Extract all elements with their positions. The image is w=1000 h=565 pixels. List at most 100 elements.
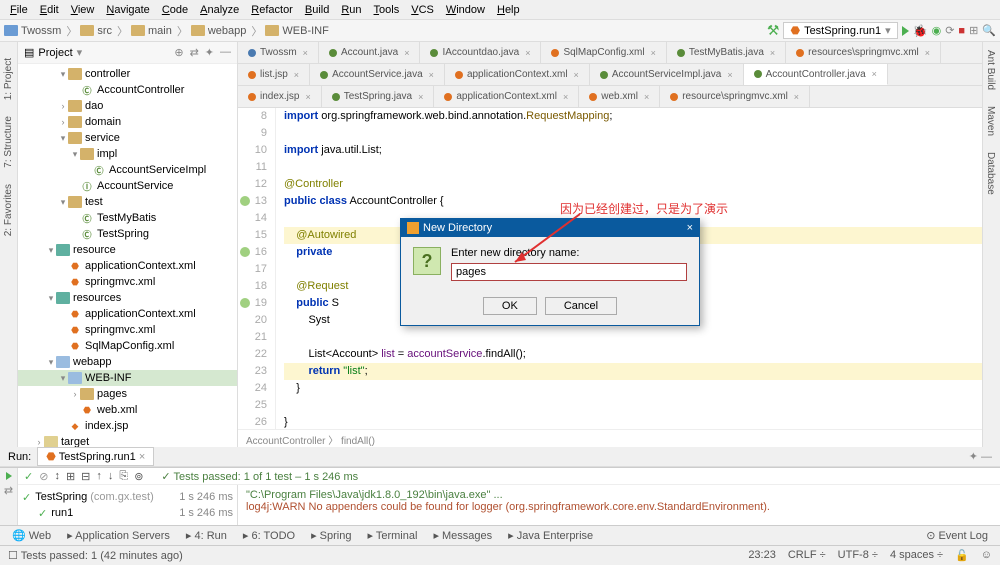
caret-position[interactable]: 23:23 — [748, 549, 776, 562]
breadcrumb-item[interactable]: src — [80, 25, 112, 37]
tool-tab-messages[interactable]: ▸ Messages — [425, 527, 500, 544]
tool-tab-applicationservers[interactable]: ▸ Application Servers — [59, 527, 178, 544]
menu-window[interactable]: Window — [440, 2, 491, 18]
build-icon[interactable]: ⚒ — [767, 22, 780, 39]
tree-item[interactable]: ⒸAccountServiceImpl — [18, 162, 237, 178]
run-tab[interactable]: ⬣ TestSpring.run1 × — [37, 447, 154, 466]
sort-icon[interactable]: ↕ — [54, 470, 60, 482]
sidebar-tab-maven[interactable]: Maven — [983, 98, 998, 144]
tree-item[interactable]: ⬣applicationContext.xml — [18, 306, 237, 322]
tool-tab-spring[interactable]: ▸ Spring — [303, 527, 359, 544]
menu-code[interactable]: Code — [156, 2, 194, 18]
rerun-icon[interactable] — [6, 472, 12, 480]
breadcrumb-item[interactable]: webapp — [191, 25, 247, 37]
tree-item[interactable]: ▾resource — [18, 242, 237, 258]
tree-item[interactable]: ▾WEB-INF — [18, 370, 237, 386]
sidebar-tab-antbuild[interactable]: Ant Build — [983, 42, 998, 98]
menu-navigate[interactable]: Navigate — [100, 2, 155, 18]
debug-icon[interactable]: 🐞 — [913, 24, 928, 38]
run-gear-icon[interactable]: ✦ — — [969, 450, 992, 463]
tree-item[interactable]: ▾impl — [18, 146, 237, 162]
tool-tab-6todo[interactable]: ▸ 6: TODO — [235, 527, 303, 544]
tree-item[interactable]: ⬣web.xml — [18, 402, 237, 418]
close-icon[interactable]: × — [687, 222, 693, 234]
stop-icon[interactable]: ■ — [958, 25, 965, 37]
menu-build[interactable]: Build — [299, 2, 335, 18]
tree-item[interactable]: ▾resources — [18, 290, 237, 306]
sidebar-tab-structure[interactable]: 7: Structure — [2, 108, 15, 176]
editor-tab[interactable]: AccountService.java× — [310, 64, 445, 85]
editor-tab[interactable]: SqlMapConfig.xml× — [541, 42, 666, 63]
editor-tab[interactable]: resources\springmvc.xml× — [786, 42, 941, 63]
menu-tools[interactable]: Tools — [368, 2, 406, 18]
expand-icon[interactable]: ⇄ — [190, 46, 199, 59]
tree-item[interactable]: ›target — [18, 434, 237, 447]
event-log-tab[interactable]: ⊙ Event Log — [918, 527, 996, 544]
editor-tab[interactable]: IAccountdao.java× — [420, 42, 541, 63]
tree-item[interactable]: ▾service — [18, 130, 237, 146]
inspection-icon[interactable]: ☺ — [981, 549, 992, 562]
run-config-selector[interactable]: ⬣ TestSpring.run1 ▾ — [783, 22, 897, 39]
tree-item[interactable]: ⬣applicationContext.xml — [18, 258, 237, 274]
editor-tab[interactable]: TestMyBatis.java× — [667, 42, 786, 63]
tree-item[interactable]: ⬣SqlMapConfig.xml — [18, 338, 237, 354]
pass-icon[interactable]: ✓ — [24, 470, 33, 483]
project-tree[interactable]: ▾controllerⒸAccountController›dao›domain… — [18, 64, 237, 447]
tool-tab-4run[interactable]: ▸ 4: Run — [178, 527, 235, 544]
tree-item[interactable]: ⬣springmvc.xml — [18, 274, 237, 290]
editor-tab[interactable]: AccountServiceImpl.java× — [590, 64, 744, 85]
editor-breadcrumb[interactable]: AccountController 〉 findAll() — [238, 429, 1000, 447]
tree-item[interactable]: ›domain — [18, 114, 237, 130]
search-icon[interactable]: 🔍 — [982, 24, 996, 37]
tool-tab-web[interactable]: 🌐 Web — [4, 527, 59, 544]
fail-icon[interactable]: ⊘ — [39, 470, 48, 483]
hide-icon[interactable]: — — [220, 46, 231, 59]
editor-tab[interactable]: resource\springmvc.xml× — [660, 86, 810, 107]
breadcrumb-item[interactable]: main — [131, 25, 172, 37]
tree-item[interactable]: ⒾAccountService — [18, 178, 237, 194]
prev-icon[interactable]: ↑ — [96, 470, 102, 482]
ok-button[interactable]: OK — [483, 297, 537, 315]
editor-tab[interactable]: applicationContext.xml× — [445, 64, 590, 85]
coverage-icon[interactable]: ◉ — [932, 24, 942, 37]
editor-tab[interactable]: index.jsp× — [238, 86, 322, 107]
menu-refactor[interactable]: Refactor — [245, 2, 299, 18]
layout-icon[interactable]: ⊞ — [969, 24, 978, 37]
sidebar-tab-favorites[interactable]: 2: Favorites — [2, 176, 15, 244]
breadcrumb-item[interactable]: Twossm — [4, 25, 61, 37]
menu-run[interactable]: Run — [335, 2, 367, 18]
editor-tab[interactable]: web.xml× — [579, 86, 660, 107]
tree-item[interactable]: ⒸTestMyBatis — [18, 210, 237, 226]
run-icon[interactable] — [902, 26, 909, 36]
collapse-icon[interactable]: ⊕ — [174, 46, 183, 59]
tree-item[interactable]: ⒸTestSpring — [18, 226, 237, 242]
editor-tab[interactable]: TestSpring.java× — [322, 86, 435, 107]
profile-icon[interactable]: ⟳ — [945, 24, 954, 37]
tree-item[interactable]: ⬣springmvc.xml — [18, 322, 237, 338]
tool-tab-javaenterprise[interactable]: ▸ Java Enterprise — [500, 527, 601, 544]
breadcrumb-item[interactable]: WEB-INF — [265, 25, 328, 37]
encoding[interactable]: UTF-8 ÷ — [838, 549, 878, 562]
tree-item[interactable]: ⒸAccountController — [18, 82, 237, 98]
gear-icon[interactable]: ✦ — [205, 46, 214, 59]
editor-tab[interactable]: AccountController.java× — [744, 64, 888, 85]
editor-tab[interactable]: Account.java× — [319, 42, 421, 63]
tool-tab-terminal[interactable]: ▸ Terminal — [359, 527, 425, 544]
tree-item[interactable]: ▾test — [18, 194, 237, 210]
tree-item[interactable]: ▾controller — [18, 66, 237, 82]
tree-item[interactable]: ◆index.jsp — [18, 418, 237, 434]
tree-item[interactable]: ›pages — [18, 386, 237, 402]
menu-edit[interactable]: Edit — [34, 2, 65, 18]
console-output[interactable]: "C:\Program Files\Java\jdk1.8.0_192\bin\… — [238, 485, 1000, 525]
toggle-icon[interactable]: ⇄ — [4, 484, 13, 497]
editor-tab[interactable]: list.jsp× — [238, 64, 310, 85]
readonly-icon[interactable]: 🔓 — [955, 549, 969, 562]
indent[interactable]: 4 spaces ÷ — [890, 549, 943, 562]
sidebar-tab-project[interactable]: 1: Project — [2, 50, 15, 108]
expand-icon[interactable]: ⊞ — [66, 470, 75, 483]
collapse-icon[interactable]: ⊟ — [81, 470, 90, 483]
test-tree[interactable]: ✓TestSpring (com.gx.test)1 s 246 ms ✓run… — [18, 485, 238, 525]
menu-view[interactable]: View — [65, 2, 101, 18]
menu-file[interactable]: File — [4, 2, 34, 18]
menu-vcs[interactable]: VCS — [405, 2, 440, 18]
